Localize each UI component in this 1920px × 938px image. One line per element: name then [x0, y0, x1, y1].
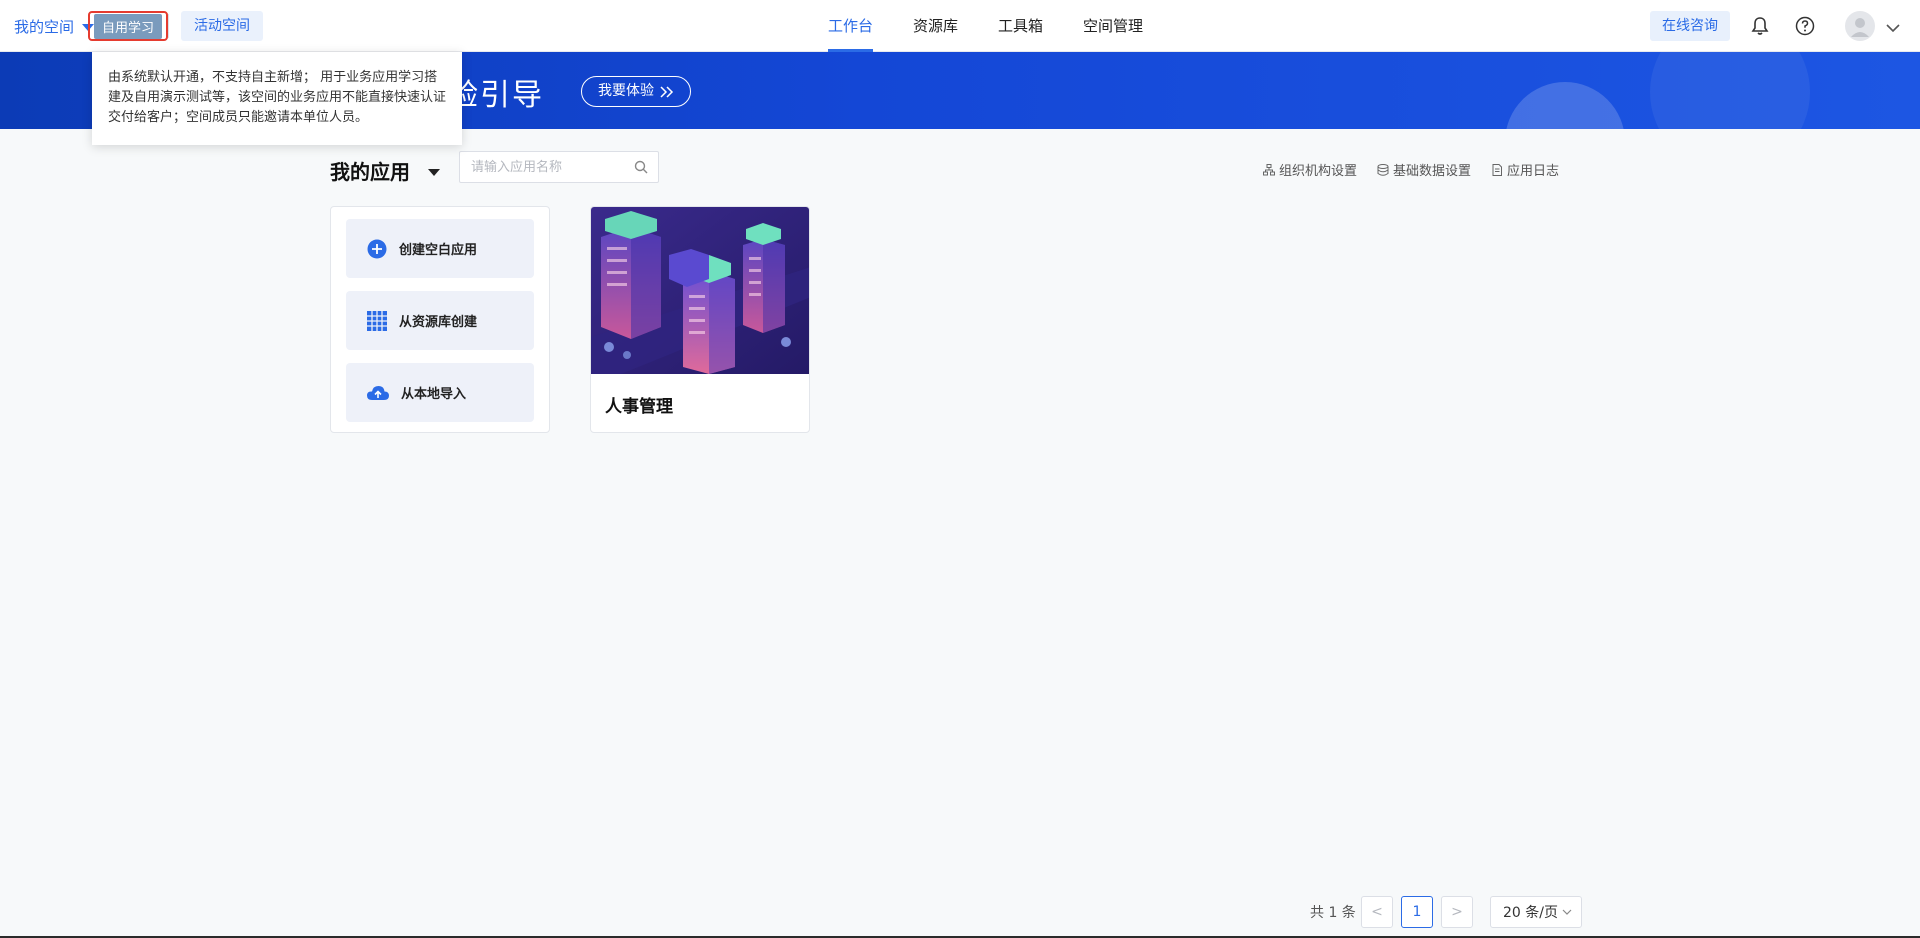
activity-space-button[interactable]: 活动空间: [181, 11, 263, 41]
nav-tab-resource-library[interactable]: 资源库: [893, 0, 978, 52]
tooltip-text: 由系统默认开通，不支持自主新增； 用于业务应用学习搭建及自用演示测试等，该空间的…: [108, 70, 447, 125]
banner-title: 验引导: [448, 78, 544, 113]
section-title: 我的应用: [330, 160, 410, 184]
app-thumbnail: [591, 207, 809, 374]
create-blank-app-label: 创建空白应用: [399, 243, 478, 258]
search-icon[interactable]: [634, 160, 648, 174]
pagination-total: 共 1 条: [1310, 905, 1356, 921]
page-number-button[interactable]: 1: [1401, 896, 1433, 928]
import-local-label: 从本地导入: [401, 387, 467, 402]
avatar-icon[interactable]: [1845, 11, 1875, 41]
caret-down-icon: [428, 169, 440, 176]
app-name: 人事管理: [605, 397, 673, 417]
create-blank-app-button[interactable]: 创建空白应用: [346, 219, 534, 278]
app-log-label: 应用日志: [1507, 164, 1560, 179]
space-type-tag-highlight[interactable]: 自用学习: [88, 11, 169, 41]
space-type-tooltip: 由系统默认开通，不支持自主新增； 用于业务应用学习搭建及自用演示测试等，该空间的…: [92, 52, 462, 145]
page-size-value: 20 条/页: [1503, 905, 1558, 921]
basic-data-settings-label: 基础数据设置: [1393, 164, 1472, 179]
try-experience-label: 我要体验: [598, 83, 654, 99]
app-log-link[interactable]: 应用日志: [1491, 160, 1559, 179]
org-chart-icon: [1263, 163, 1275, 175]
page-size-select[interactable]: 20 条/页: [1490, 896, 1582, 928]
main-nav: 工作台 资源库 工具箱 空间管理: [808, 0, 1163, 52]
create-from-library-label: 从资源库创建: [399, 315, 478, 330]
prev-page-button[interactable]: <: [1361, 896, 1393, 928]
next-page-button[interactable]: >: [1441, 896, 1473, 928]
space-type-tag: 自用学习: [94, 13, 163, 39]
try-experience-button[interactable]: 我要体验: [581, 76, 691, 107]
nav-tab-space-management[interactable]: 空间管理: [1063, 0, 1163, 52]
basic-data-settings-link[interactable]: 基础数据设置: [1377, 160, 1471, 179]
space-name: 我的空间: [14, 18, 75, 36]
database-icon: [1377, 163, 1389, 176]
help-icon[interactable]: [1793, 14, 1817, 38]
import-local-button[interactable]: 从本地导入: [346, 363, 534, 422]
create-app-card: 创建空白应用 从资源库创建 从本地导入: [330, 206, 550, 433]
org-settings-link[interactable]: 组织机构设置: [1263, 160, 1357, 179]
space-switcher[interactable]: 我的空间: [14, 16, 95, 37]
app-card[interactable]: 人事管理: [590, 206, 810, 433]
plus-circle-icon: [367, 239, 387, 258]
bell-icon[interactable]: [1748, 14, 1772, 38]
app-search: [459, 151, 659, 183]
section-tools: 组织机构设置 基础数据设置 应用日志: [1263, 160, 1559, 179]
chevron-down-icon[interactable]: [1886, 18, 1900, 37]
log-document-icon: [1492, 163, 1503, 176]
nav-tab-workbench[interactable]: 工作台: [808, 0, 893, 52]
banner-decoration: [1650, 52, 1810, 129]
double-chevron-right-icon: [660, 85, 674, 98]
nav-tab-toolbox[interactable]: 工具箱: [978, 0, 1063, 52]
org-settings-label: 组织机构设置: [1279, 164, 1358, 179]
grid-icon: [367, 310, 387, 331]
chevron-down-icon: [1562, 909, 1572, 915]
top-navigation-bar: 我的空间 自用学习 活动空间 工作台 资源库 工具箱 空间管理 在线咨询: [0, 0, 1920, 52]
online-consult-button[interactable]: 在线咨询: [1650, 11, 1730, 41]
app-search-input[interactable]: [460, 152, 625, 182]
divider: [168, 14, 169, 38]
my-apps-dropdown[interactable]: 我的应用: [330, 156, 440, 185]
banner-decoration: [1505, 82, 1625, 129]
create-from-library-button[interactable]: 从资源库创建: [346, 291, 534, 350]
cloud-upload-icon: [367, 385, 389, 400]
